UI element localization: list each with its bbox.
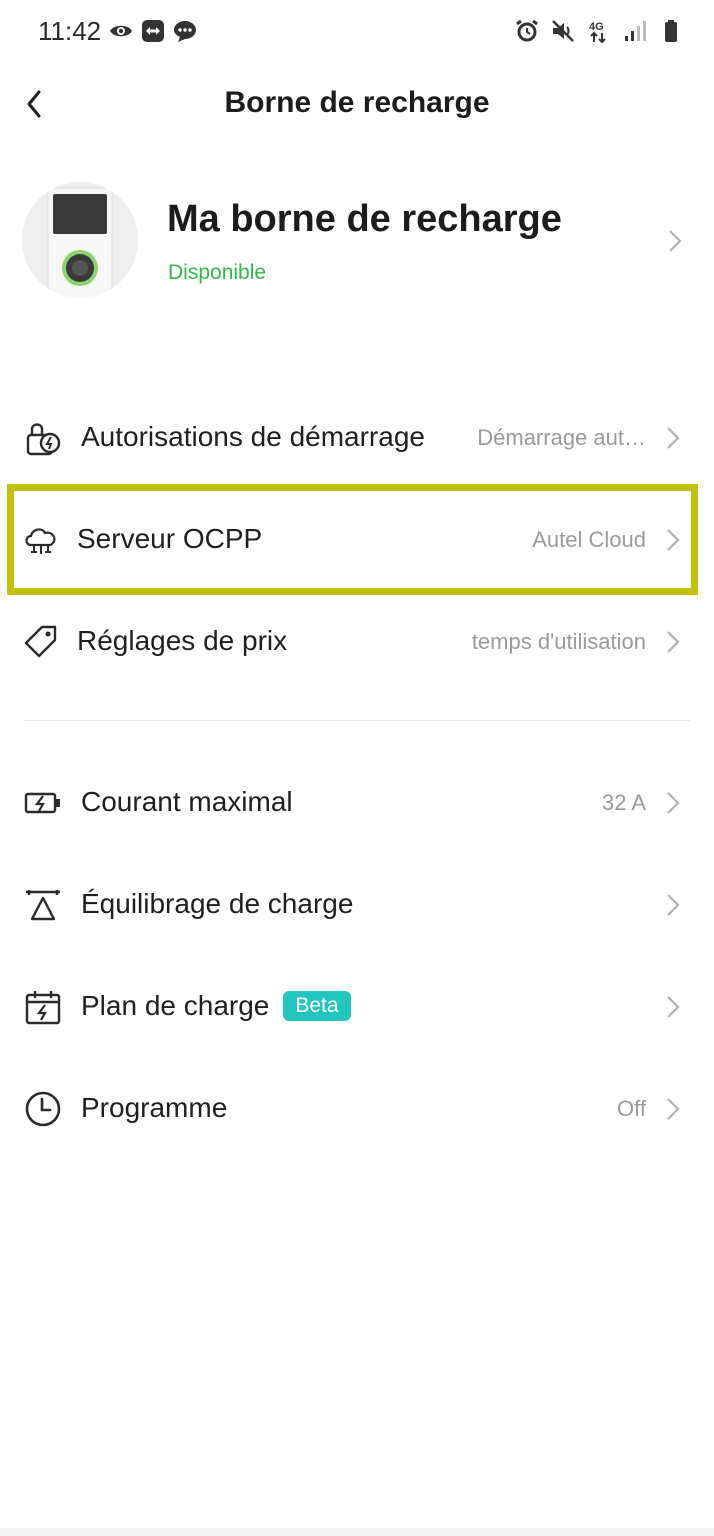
signal-icon: [625, 21, 646, 41]
row-label: Équilibrage de charge: [81, 888, 354, 919]
charger-image-icon: [47, 187, 113, 298]
device-card[interactable]: Ma borne de recharge Disponible: [0, 176, 714, 304]
network-4g-icon: 4G: [589, 21, 606, 44]
row-label-text: Plan de charge: [81, 990, 270, 1021]
page-title: Borne de recharge: [224, 86, 490, 119]
battery-bolt-icon: [24, 792, 60, 814]
highlight-frame: [7, 484, 698, 595]
chevron-right-icon: [669, 230, 682, 252]
row-label: Plan de charge Beta: [81, 990, 351, 1022]
status-time: 11:42: [38, 16, 102, 46]
section-divider: [24, 720, 690, 721]
row-label: Programme: [81, 1092, 228, 1123]
bottom-bar: [0, 1528, 714, 1536]
message-icon: [174, 21, 196, 42]
row-label: Réglages de prix: [77, 625, 288, 656]
svg-text:4G: 4G: [589, 21, 604, 33]
row-schedule[interactable]: Programme Off: [0, 1059, 714, 1159]
header: Borne de recharge: [0, 70, 714, 140]
eye-icon: [110, 25, 132, 37]
price-tag-icon: [24, 625, 57, 658]
lock-bolt-icon: [26, 423, 61, 456]
row-load-balancing[interactable]: Équilibrage de charge: [0, 855, 714, 955]
charger-avatar: [22, 182, 138, 298]
beta-badge: Beta: [283, 991, 351, 1021]
row-price-settings[interactable]: Réglages de prix temps d'utilisation: [0, 592, 714, 692]
device-status: Disponible: [168, 261, 267, 284]
chevron-right-icon: [667, 996, 680, 1018]
chevron-right-icon: [667, 427, 680, 449]
clock-icon: [25, 1091, 61, 1127]
row-charging-plan[interactable]: Plan de charge Beta: [0, 957, 714, 1057]
battery-icon: [665, 20, 677, 42]
row-value: Off: [617, 1096, 646, 1121]
row-value: 32 A: [601, 790, 646, 815]
teamviewer-icon: [142, 20, 164, 42]
chevron-right-icon: [667, 1098, 680, 1120]
load-balance-icon: [26, 890, 60, 921]
status-right-icons: 4G: [514, 18, 684, 44]
row-start-authorization[interactable]: Autorisations de démarrage Démarrage aut…: [0, 388, 714, 488]
alarm-icon: [516, 19, 538, 42]
row-max-current[interactable]: Courant maximal 32 A: [0, 753, 714, 853]
chevron-right-icon: [667, 631, 680, 653]
row-label: Autorisations de démarrage: [81, 421, 425, 452]
chevron-right-icon: [667, 894, 680, 916]
status-left-icons: [108, 18, 198, 44]
device-name: Ma borne de recharge: [167, 198, 562, 240]
chevron-right-icon: [667, 792, 680, 814]
mute-icon: [552, 20, 574, 42]
row-value: Démarrage aut…: [477, 425, 646, 450]
row-label: Courant maximal: [81, 786, 293, 817]
status-bar: 11:42 4G: [0, 0, 714, 66]
row-value: temps d'utilisation: [471, 629, 646, 654]
calendar-bolt-icon: [25, 991, 61, 1025]
